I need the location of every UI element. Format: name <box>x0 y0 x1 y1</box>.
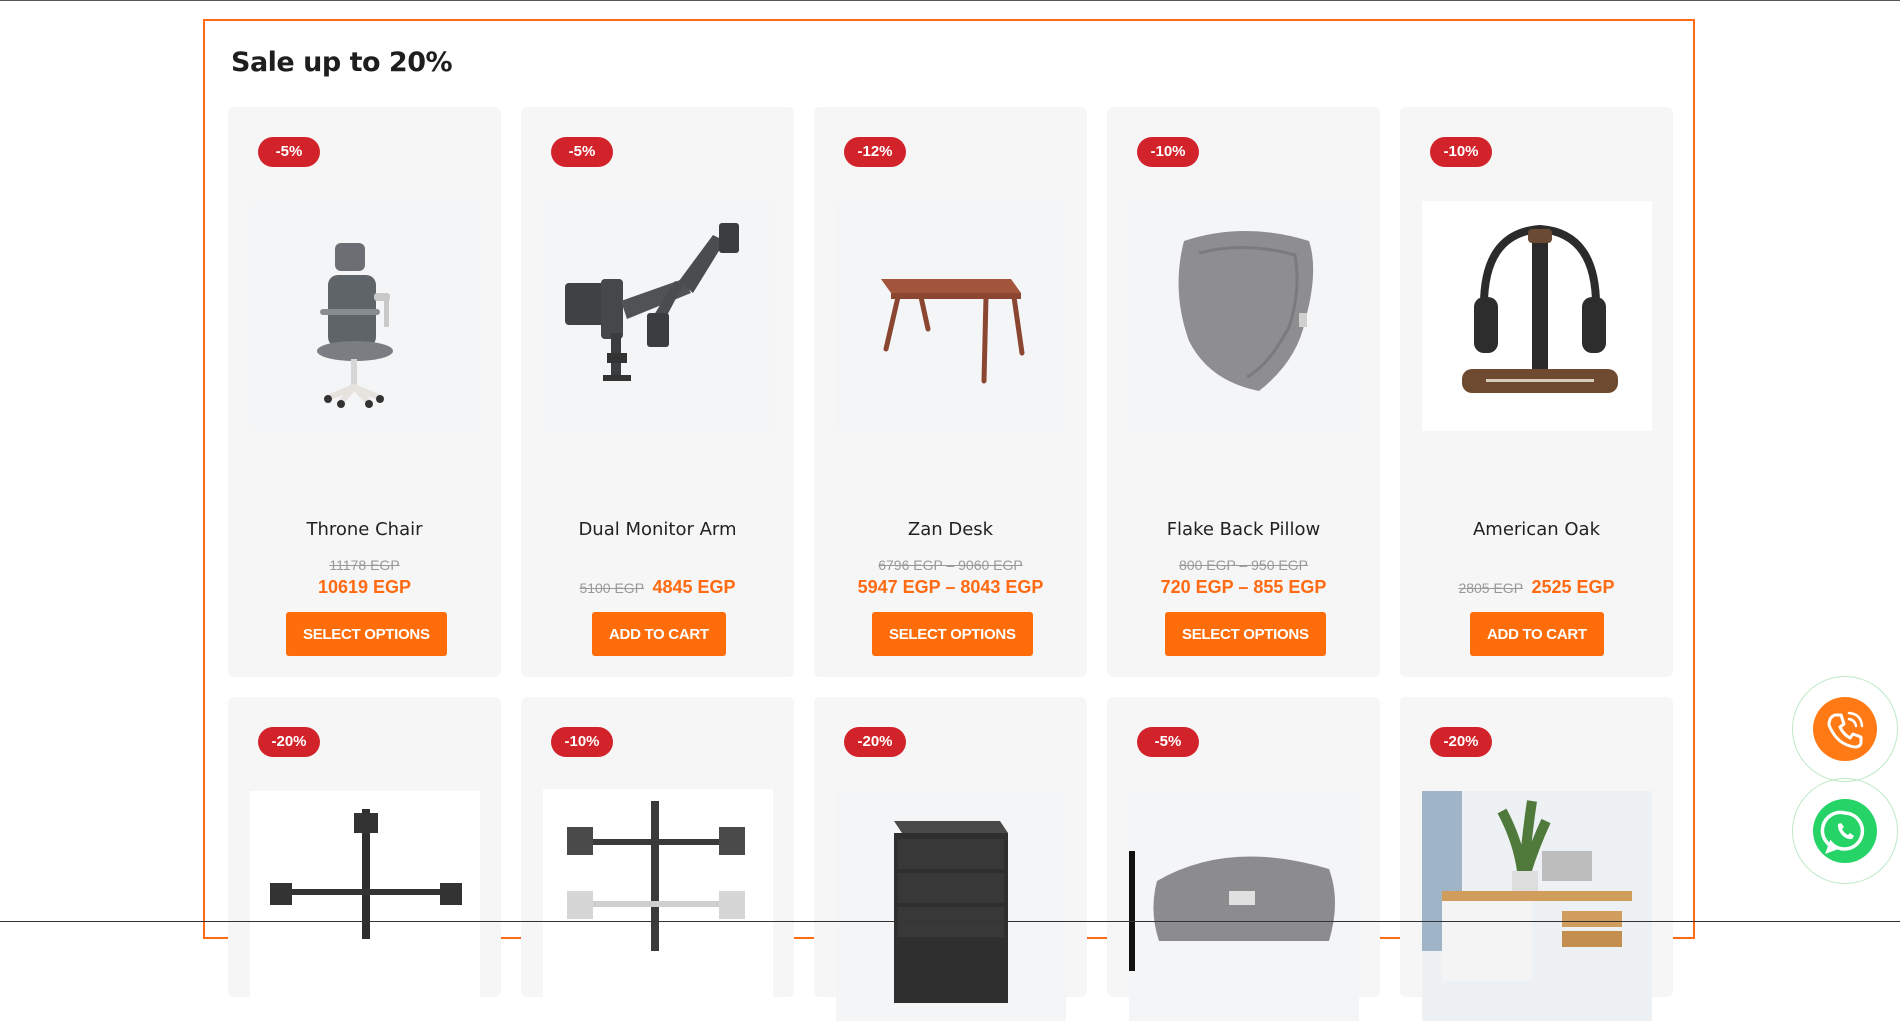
add-to-cart-button[interactable]: ADD TO CART <box>592 612 726 656</box>
old-price: 11178 EGP <box>329 557 400 573</box>
product-card[interactable]: -5% Throne Chair 11178 EGP 10619 EGP SEL… <box>228 107 501 677</box>
discount-badge: -10% <box>1430 137 1492 167</box>
whatsapp-icon <box>1813 799 1877 863</box>
discount-badge: -20% <box>258 727 320 757</box>
old-price: 5100 EGP <box>579 580 645 596</box>
bottom-divider <box>0 921 1900 922</box>
select-options-button[interactable]: SELECT OPTIONS <box>1165 612 1326 656</box>
sale-section: Sale up to 20% -5% Throne Chair 11178 EG… <box>203 19 1695 1021</box>
discount-badge: -5% <box>551 137 613 167</box>
price-block: 5100 EGP 4845 EGP <box>521 575 794 599</box>
product-name[interactable]: Throne Chair <box>228 519 501 540</box>
price-block: 800 EGP – 950 EGP 720 EGP – 855 EGP <box>1107 555 1380 599</box>
monitor-arm-image[interactable] <box>543 201 773 431</box>
product-card[interactable]: -20% <box>1400 697 1673 1021</box>
sale-price: 720 EGP – 855 EGP <box>1160 577 1327 597</box>
product-card[interactable]: -5% Dual Monitor Arm 5100 EGP 4845 EGP A… <box>521 107 794 677</box>
product-card[interactable]: -20% <box>814 697 1087 1021</box>
sale-price: 4845 EGP <box>652 577 736 597</box>
sale-price: 10619 EGP <box>317 577 412 597</box>
product-name[interactable]: American Oak <box>1400 519 1673 540</box>
seat-cushion-image[interactable] <box>1129 791 1359 1021</box>
product-name[interactable]: Zan Desk <box>814 519 1087 540</box>
call-button[interactable] <box>1792 676 1898 782</box>
discount-badge: -20% <box>1430 727 1492 757</box>
discount-badge: -10% <box>551 727 613 757</box>
quad-monitor-stand-image[interactable] <box>543 789 773 1019</box>
discount-badge: -12% <box>844 137 906 167</box>
add-to-cart-button[interactable]: ADD TO CART <box>1470 612 1604 656</box>
select-options-button[interactable]: SELECT OPTIONS <box>286 612 447 656</box>
discount-badge: -10% <box>1137 137 1199 167</box>
discount-badge: -20% <box>844 727 906 757</box>
product-name[interactable]: Flake Back Pillow <box>1107 519 1380 540</box>
sale-price: 2525 EGP <box>1531 577 1615 597</box>
old-price: 2805 EGP <box>1458 580 1524 596</box>
product-card[interactable]: -20% <box>228 697 501 1021</box>
price-block: 11178 EGP 10619 EGP <box>228 555 501 599</box>
product-card[interactable]: -10% American Oak 2805 EGP 2525 EGP ADD … <box>1400 107 1673 677</box>
discount-badge: -5% <box>1137 727 1199 757</box>
phone-call-icon <box>1813 697 1877 761</box>
section-title: Sale up to 20% <box>231 47 453 78</box>
discount-badge: -5% <box>258 137 320 167</box>
price-block: 6796 EGP – 9060 EGP 5947 EGP – 8043 EGP <box>814 555 1087 599</box>
office-desk-image[interactable] <box>1422 791 1652 1021</box>
old-price: 800 EGP – 950 EGP <box>1179 557 1308 573</box>
product-card[interactable]: -5% <box>1107 697 1380 1021</box>
product-card[interactable]: -12% Zan Desk 6796 EGP – 9060 EGP 5947 E… <box>814 107 1087 677</box>
select-options-button[interactable]: SELECT OPTIONS <box>872 612 1033 656</box>
old-price: 6796 EGP – 9060 EGP <box>878 557 1023 573</box>
triple-monitor-stand-image[interactable] <box>250 791 480 1021</box>
sale-price: 5947 EGP – 8043 EGP <box>857 577 1044 597</box>
product-card[interactable]: -10% <box>521 697 794 1019</box>
product-name[interactable]: Dual Monitor Arm <box>521 519 794 540</box>
drawer-cabinet-image[interactable] <box>836 791 1066 1021</box>
desk-image[interactable] <box>836 201 1066 431</box>
chair-image[interactable] <box>250 201 480 431</box>
top-divider <box>0 0 1900 1</box>
price-block: 2805 EGP 2525 EGP <box>1400 575 1673 599</box>
headphone-stand-image[interactable] <box>1422 201 1652 431</box>
pillow-image[interactable] <box>1129 201 1359 431</box>
whatsapp-button[interactable] <box>1792 778 1898 884</box>
product-card[interactable]: -10% Flake Back Pillow 800 EGP – 950 EGP… <box>1107 107 1380 677</box>
